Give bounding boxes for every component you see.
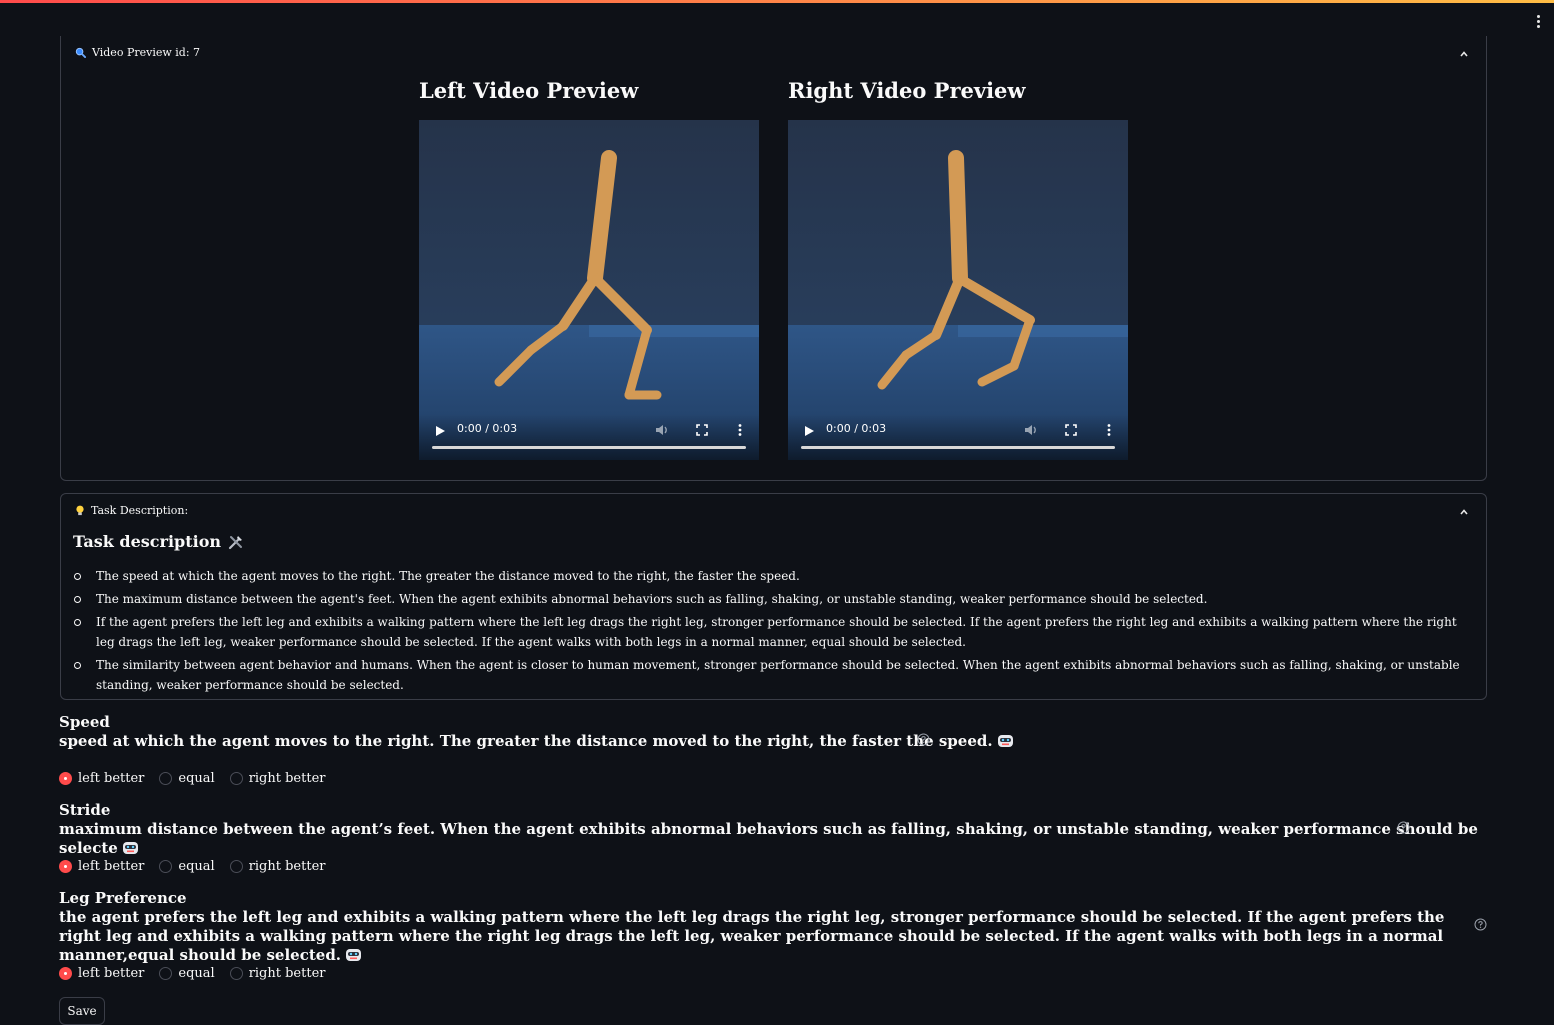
radio-dot-selected	[59, 967, 72, 980]
top-decoration	[0, 0, 1554, 3]
task-list: The speed at which the agent moves to th…	[74, 566, 1476, 698]
question-circle-icon[interactable]	[1474, 918, 1487, 931]
question-circle-icon[interactable]	[917, 733, 930, 746]
main-menu-button[interactable]	[1532, 12, 1544, 30]
fullscreen-icon[interactable]	[1064, 423, 1078, 437]
robot-icon	[346, 949, 362, 961]
question-stride: Stride maximum distance between the agen…	[59, 801, 1499, 874]
fullscreen-icon[interactable]	[695, 423, 709, 437]
robot-icon	[122, 842, 138, 854]
volume-icon[interactable]	[655, 423, 669, 437]
question-description-text: speed at which the agent moves to the ri…	[59, 732, 993, 750]
left-video-time: 0:00 / 0:03	[457, 422, 518, 435]
radio-dot	[159, 772, 173, 785]
radio-equal[interactable]: equal	[159, 771, 215, 786]
question-description: speed at which the agent moves to the ri…	[59, 732, 1499, 751]
radio-right-better[interactable]: right better	[229, 771, 326, 786]
right-video-player[interactable]: 0:00 / 0:03	[788, 120, 1128, 460]
radio-label: right better	[248, 771, 326, 786]
radio-left-better[interactable]: left better	[59, 966, 144, 981]
right-video-controls: 0:00 / 0:03	[788, 414, 1128, 460]
collapse-video-button[interactable]	[1456, 46, 1472, 62]
more-options-icon[interactable]	[735, 423, 745, 437]
task-description-title: Task description	[73, 532, 244, 551]
magnifier-icon	[75, 47, 86, 58]
chevron-up-icon	[1460, 51, 1468, 57]
question-circle-icon[interactable]	[1397, 821, 1410, 834]
task-item: If the agent prefers the left leg and ex…	[74, 612, 1476, 652]
left-video-player[interactable]: 0:00 / 0:03	[419, 120, 759, 460]
lightbulb-icon	[76, 505, 84, 515]
radio-right-better[interactable]: right better	[229, 859, 326, 874]
radio-label: left better	[78, 966, 145, 981]
left-video-controls: 0:00 / 0:03	[419, 414, 759, 460]
volume-icon[interactable]	[1024, 423, 1038, 437]
task-item: The speed at which the agent moves to th…	[74, 566, 1476, 586]
radio-label: left better	[78, 771, 145, 786]
radio-label: right better	[248, 966, 326, 981]
save-button[interactable]: Save	[59, 997, 105, 1025]
radio-dot-selected	[59, 772, 72, 785]
video-preview-header-label: Video Preview id: 7	[92, 46, 201, 59]
radio-label: equal	[178, 859, 215, 874]
robot-icon	[997, 735, 1013, 747]
task-item: The maximum distance between the agent's…	[74, 589, 1476, 609]
chevron-up-icon	[1460, 509, 1468, 515]
collapse-task-button[interactable]	[1456, 504, 1472, 520]
radio-label: right better	[248, 859, 326, 874]
left-video-column: Left Video Preview 0:00 / 0:03	[419, 78, 759, 460]
question-description: maximum distance between the agent’s fee…	[59, 820, 1499, 858]
radio-dot	[229, 772, 243, 785]
video-preview-header[interactable]: Video Preview id: 7	[75, 46, 200, 59]
question-description-text: maximum distance between the agent’s fee…	[59, 820, 1478, 857]
left-video-title: Left Video Preview	[419, 78, 639, 103]
right-video-time: 0:00 / 0:03	[826, 422, 887, 435]
video-preview-expander: Video Preview id: 7 Left Video Preview 0…	[60, 36, 1487, 481]
progress-track[interactable]	[801, 446, 1115, 449]
radio-left-better[interactable]: left better	[59, 771, 144, 786]
question-label: Leg Preference	[59, 889, 187, 907]
play-icon[interactable]	[433, 424, 447, 438]
stride-radio-group: left better equal right better	[59, 859, 325, 874]
question-description: the agent prefers the left leg and exhib…	[59, 908, 1464, 965]
radio-label: equal	[178, 966, 215, 981]
radio-right-better[interactable]: right better	[229, 966, 326, 981]
radio-equal[interactable]: equal	[159, 966, 215, 981]
question-label: Stride	[59, 801, 111, 819]
question-leg-preference: Leg Preference the agent prefers the lef…	[59, 889, 1499, 981]
task-title-text: Task description	[73, 532, 221, 551]
radio-left-better[interactable]: left better	[59, 859, 144, 874]
progress-track[interactable]	[432, 446, 746, 449]
leg-preference-radio-group: left better equal right better	[59, 966, 325, 981]
question-speed: Speed speed at which the agent moves to …	[59, 713, 1499, 786]
right-video-frame	[788, 120, 1128, 460]
task-description-header[interactable]: Task Description:	[75, 504, 188, 517]
radio-dot-selected	[59, 860, 72, 873]
more-options-icon[interactable]	[1104, 423, 1114, 437]
task-item: The similarity between agent behavior an…	[74, 655, 1476, 695]
right-video-column: Right Video Preview 0:00 / 0:03	[788, 78, 1128, 460]
radio-dot	[229, 967, 243, 980]
tools-icon	[228, 535, 242, 549]
radio-dot	[229, 860, 243, 873]
radio-dot	[159, 967, 173, 980]
radio-equal[interactable]: equal	[159, 859, 215, 874]
task-description-header-label: Task Description:	[91, 504, 189, 517]
question-label: Speed	[59, 713, 110, 731]
right-video-title: Right Video Preview	[788, 78, 1026, 103]
radio-label: left better	[78, 859, 145, 874]
question-description-text: the agent prefers the left leg and exhib…	[59, 908, 1445, 964]
radio-label: equal	[178, 771, 215, 786]
radio-dot	[159, 860, 173, 873]
play-icon[interactable]	[802, 424, 816, 438]
speed-radio-group: left better equal right better	[59, 771, 325, 786]
left-video-frame	[419, 120, 759, 460]
task-description-expander: Task Description: Task description The s…	[60, 493, 1487, 700]
